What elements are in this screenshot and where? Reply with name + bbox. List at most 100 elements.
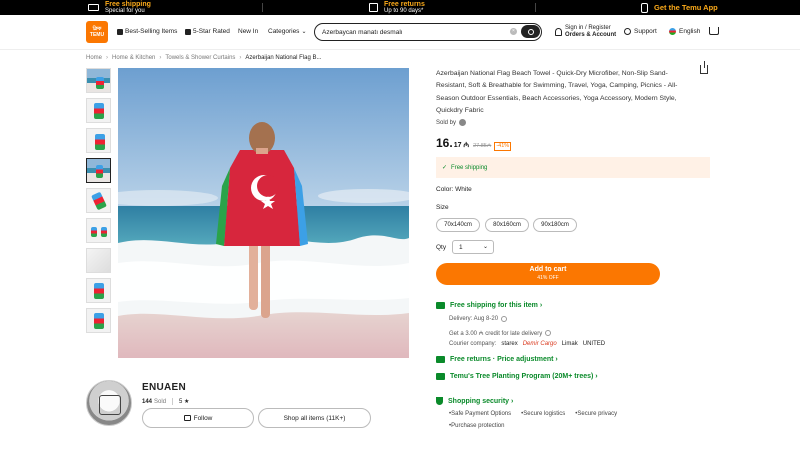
- info-icon[interactable]: [501, 316, 508, 322]
- banner-divider: [262, 3, 263, 12]
- shopping-security-link[interactable]: Shopping security ›: [436, 397, 513, 405]
- chevron-right-icon: ›: [593, 373, 598, 380]
- crumb-home-kitchen[interactable]: Home & Kitchen: [112, 55, 155, 61]
- store-sold-count: 144: [142, 398, 153, 405]
- chevron-down-icon: ⌄: [482, 244, 488, 250]
- star-badge-icon: [185, 28, 191, 35]
- return-icon: [436, 356, 445, 363]
- delivery-label: Delivery: Aug 8-20: [449, 316, 499, 322]
- shield-icon: [436, 397, 443, 405]
- check-icon: ✓: [442, 165, 448, 171]
- size-label: Size: [436, 204, 449, 211]
- tree-planting-link[interactable]: Temu's Tree Planting Program (20M+ trees…: [436, 373, 598, 380]
- free-shipping-banner: ✓ Free shipping: [436, 157, 710, 178]
- search-bar[interactable]: Azerbaycan manatı desmalı ×: [314, 23, 542, 41]
- chevron-right-icon: ›: [509, 397, 514, 405]
- courier-united: UNITED: [582, 341, 606, 347]
- support-label: Support: [634, 28, 657, 35]
- color-field: Color: White: [436, 186, 472, 193]
- shopping-security-label: Shopping security: [448, 397, 510, 405]
- thumbnail-2[interactable]: [86, 98, 111, 123]
- discount-badge: -41%: [494, 142, 512, 151]
- shop-all-items-button[interactable]: Shop all items (11K+): [258, 408, 371, 428]
- add-to-cart-label: Add to cart: [529, 266, 567, 273]
- site-header: ক্লিক TEMU Best-Selling Items 5-Star Rat…: [0, 15, 800, 50]
- free-shipping-item-link[interactable]: Free shipping for this item ›: [436, 302, 542, 309]
- product-main-image[interactable]: [118, 68, 409, 358]
- chevron-right-icon: ›: [553, 356, 558, 363]
- size-option-90x180[interactable]: 90x180cm: [533, 218, 577, 232]
- thumbnail-4-selected[interactable]: [86, 158, 111, 183]
- share-icon[interactable]: [700, 61, 708, 74]
- store-name[interactable]: ENUAEN: [142, 382, 186, 393]
- clear-icon[interactable]: ×: [510, 28, 517, 35]
- sign-in-label: Sign in / Register: [565, 25, 611, 31]
- courier-limak: Limak: [561, 341, 578, 347]
- size-option-80x160[interactable]: 80x160cm: [485, 218, 529, 232]
- add-to-cart-button[interactable]: Add to cart 41% OFF: [436, 263, 660, 285]
- person-icon: [555, 28, 562, 36]
- store-rating: 5 ★: [179, 399, 190, 405]
- price-old: 27.85₼: [473, 143, 492, 149]
- crumb-towels[interactable]: Towels & Shower Curtains: [165, 55, 235, 61]
- thumbnail-1[interactable]: [86, 68, 111, 93]
- thumbs-up-icon: [117, 28, 123, 35]
- tree-icon: [436, 373, 445, 380]
- search-input[interactable]: Azerbaycan manatı desmalı: [322, 29, 403, 36]
- language-selector[interactable]: English: [669, 28, 700, 35]
- search-icon: [527, 28, 534, 35]
- headset-icon: [624, 28, 631, 35]
- courier-label: Courier company:: [449, 341, 497, 347]
- truck-icon: [436, 302, 445, 309]
- thumbnail-8[interactable]: [86, 278, 111, 303]
- security-item: Safe Payment Options: [449, 411, 511, 417]
- get-app-link[interactable]: Get the Temu App: [641, 0, 718, 15]
- info-icon[interactable]: [545, 330, 552, 336]
- free-returns-link[interactable]: Free returns · Price adjustment ›: [436, 356, 558, 363]
- crumb-separator: ›: [159, 55, 162, 61]
- account-menu[interactable]: Sign in / Register Orders & Account: [555, 25, 616, 39]
- courier-starex: starex: [501, 341, 518, 347]
- thumbnail-5[interactable]: [86, 188, 111, 213]
- nav-label: 5-Star Rated: [193, 28, 230, 35]
- size-option-70x140[interactable]: 70x140cm: [436, 218, 480, 232]
- qty-select[interactable]: 1 ⌄: [452, 240, 494, 254]
- thumbnail-3[interactable]: [86, 128, 111, 153]
- truck-icon: [88, 4, 99, 11]
- price-block: 16. 17 ₼ 27.85₼ -41%: [436, 136, 512, 151]
- security-item: Purchase protection: [449, 423, 504, 429]
- store-sold-label: Sold: [154, 398, 167, 405]
- promo-banner: Free shipping Special for you Free retur…: [0, 0, 800, 15]
- nav-label: Best-Selling Items: [125, 28, 178, 35]
- nav-new-in[interactable]: New In: [238, 28, 258, 35]
- temu-logo[interactable]: ক্লিক TEMU: [86, 21, 108, 43]
- crumb-current: Azerbaijan National Flag B...: [245, 55, 322, 61]
- nav-best-selling[interactable]: Best-Selling Items: [117, 28, 177, 35]
- free-shipping-promo[interactable]: Free shipping Special for you: [88, 0, 151, 15]
- sold-by[interactable]: Sold by: [436, 119, 467, 126]
- store-avatar[interactable]: [86, 380, 132, 426]
- thumbnail-9[interactable]: [86, 308, 111, 333]
- qty-label: Qty: [436, 244, 447, 251]
- support-link[interactable]: Support: [624, 28, 657, 35]
- color-value: White: [455, 186, 472, 193]
- beach-scene-image: [118, 68, 409, 358]
- box-icon: [369, 3, 378, 12]
- follow-button[interactable]: Follow: [142, 408, 254, 428]
- thumbnail-strip: [86, 68, 113, 338]
- free-returns-promo[interactable]: Free returns Up to 90 days*: [369, 0, 425, 15]
- logo-text-bottom: TEMU: [89, 32, 105, 38]
- color-label: Color:: [436, 186, 454, 193]
- free-returns-label: Free returns · Price adjustment: [450, 356, 554, 363]
- nav-label: New In: [238, 28, 259, 35]
- crumb-home[interactable]: Home: [86, 55, 102, 61]
- add-to-cart-sub: 41% OFF: [537, 275, 559, 281]
- nav-categories[interactable]: Categories ⌄: [268, 28, 306, 35]
- search-button[interactable]: [521, 25, 540, 38]
- thumbnail-6[interactable]: [86, 218, 111, 243]
- cart-icon[interactable]: [709, 27, 719, 35]
- qty-value: 1: [459, 243, 463, 251]
- shop-all-label: Shop all items (11K+): [283, 414, 346, 422]
- thumbnail-7[interactable]: [86, 248, 111, 273]
- nav-five-star[interactable]: 5-Star Rated: [185, 28, 230, 35]
